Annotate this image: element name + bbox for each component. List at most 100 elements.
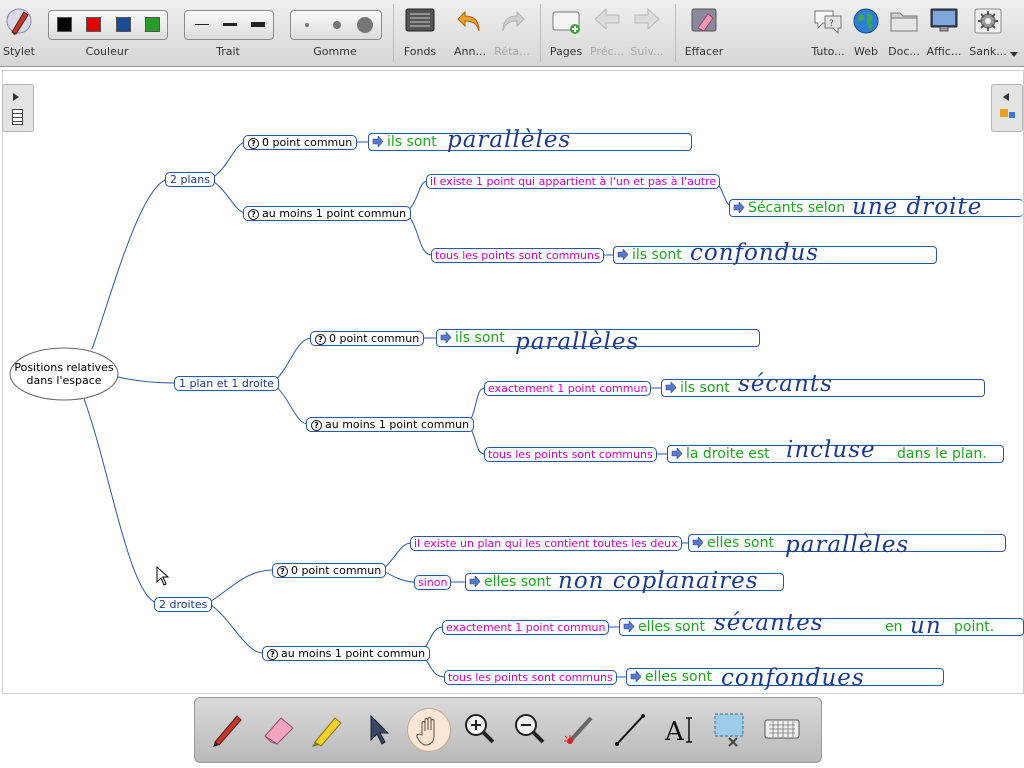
question-node[interactable]: ? 0 point commun xyxy=(272,563,387,578)
branch-plan-droite[interactable]: 1 plan et 1 droite xyxy=(174,376,279,391)
tutorial-label: Tuto... xyxy=(811,45,845,58)
color-green-swatch[interactable] xyxy=(145,17,160,32)
question-node[interactable]: ? au moins 1 point commun xyxy=(243,206,412,221)
answer-box[interactable]: la droite est incluse dans le plan. xyxy=(667,439,1004,463)
web-globe-icon xyxy=(853,8,879,34)
color-group: Couleur xyxy=(46,0,168,66)
background-label: Fonds xyxy=(403,45,437,58)
answer-text: point. xyxy=(954,619,995,635)
keyboard-icon[interactable] xyxy=(761,708,803,750)
color-picker[interactable] xyxy=(48,10,168,40)
stroke-picker[interactable] xyxy=(184,10,274,40)
highlighter-icon[interactable] xyxy=(307,708,349,750)
condition-node[interactable]: exactement 1 point commun xyxy=(484,381,652,396)
laser-pointer-icon[interactable] xyxy=(559,708,601,750)
hand-pan-tool[interactable] xyxy=(407,708,451,752)
mindmap-root[interactable]: Positions relatives dans l'espace xyxy=(14,361,114,387)
branch-2-plans[interactable]: 2 plans xyxy=(165,172,215,187)
answer-box[interactable]: elles sont confondues xyxy=(626,667,944,690)
toolbar-menu-chevron-icon[interactable] xyxy=(1010,52,1018,57)
answer-text: elles sont xyxy=(484,574,551,590)
tool-palette: A xyxy=(194,697,822,763)
next-icon xyxy=(634,7,660,31)
condition-node[interactable]: tous les points sont communs xyxy=(431,248,604,263)
answer-box[interactable]: Sécants selon une droite xyxy=(729,194,1023,220)
answer-box[interactable]: ils sont parallèles xyxy=(436,329,760,354)
handwritten-answer: une droite xyxy=(852,194,983,220)
handwritten-answer: sécantes xyxy=(714,610,824,636)
question-node[interactable]: ? au moins 1 point commun xyxy=(262,646,431,661)
undo-button[interactable]: Ann... xyxy=(450,0,490,66)
question-label: au moins 1 point commun xyxy=(281,647,426,660)
answer-box[interactable]: elles sont sécantes en un point. xyxy=(619,612,1024,638)
settings-button[interactable]: Sank... xyxy=(966,0,1010,66)
color-red-swatch[interactable] xyxy=(86,17,101,32)
answer-box[interactable]: ils sont confondus xyxy=(613,240,937,266)
left-side-panel-tab[interactable] xyxy=(2,84,34,132)
eraser-icon[interactable] xyxy=(257,708,299,750)
right-side-panel-tab[interactable] xyxy=(991,84,1023,132)
zoom-out-icon[interactable] xyxy=(509,708,551,750)
zoom-in-icon[interactable] xyxy=(459,708,501,750)
stylus-icon xyxy=(6,8,32,35)
library-shapes-icon xyxy=(1000,109,1008,117)
stylus-tool[interactable]: Stylet xyxy=(0,0,38,66)
handwritten-answer: parallèles xyxy=(515,329,640,355)
stroke-medium[interactable] xyxy=(223,23,237,26)
stroke-group: Trait xyxy=(182,0,274,66)
question-node[interactable]: ? au moins 1 point commun xyxy=(306,417,475,432)
handwritten-answer: non coplanaires xyxy=(558,568,759,594)
stroke-thin[interactable] xyxy=(195,24,209,25)
tutorial-button[interactable]: ? Tuto... xyxy=(808,0,848,66)
documents-folder-icon xyxy=(890,12,918,32)
eraser-small[interactable] xyxy=(305,23,309,27)
eraser-size-picker[interactable] xyxy=(290,10,382,40)
branch-2-droites[interactable]: 2 droites xyxy=(154,597,213,612)
redo-button[interactable]: Réta... xyxy=(492,0,532,66)
answer-box[interactable]: elles sont non coplanaires xyxy=(465,568,784,594)
eraser-medium[interactable] xyxy=(333,21,341,29)
hand-pan-icon xyxy=(416,717,435,746)
mouse-cursor-icon xyxy=(156,566,170,586)
answer-box[interactable]: ils sont sécants xyxy=(661,373,985,397)
documents-button[interactable]: Doc... xyxy=(884,0,924,66)
answer-box[interactable]: elles sont parallèles xyxy=(688,534,1006,557)
color-black-swatch[interactable] xyxy=(57,17,72,32)
background-button[interactable]: Fonds xyxy=(400,0,440,66)
answer-box[interactable]: ils sont parallèles xyxy=(368,127,692,153)
text-tool-icon[interactable]: A xyxy=(659,708,701,750)
web-button[interactable]: Web xyxy=(848,0,884,66)
condition-node[interactable]: il existe 1 point qui appartient à l'un … xyxy=(426,174,721,189)
condition-node[interactable]: il existe un plan qui les contient toute… xyxy=(410,536,682,551)
question-icon: ? xyxy=(311,420,322,431)
eraser-label: Gomme xyxy=(313,45,357,58)
arrow-right-icon xyxy=(372,136,384,147)
previous-page-button[interactable]: Préc... xyxy=(588,0,626,66)
pages-list-icon xyxy=(12,109,23,125)
handwritten-answer: sécants xyxy=(738,371,833,397)
pages-button[interactable]: Pages xyxy=(546,0,586,66)
pointer-arrow-icon[interactable] xyxy=(357,708,399,750)
clear-button[interactable]: Effacer xyxy=(682,0,726,66)
condition-node[interactable]: tous les points sont communs xyxy=(444,670,617,685)
stroke-thick[interactable] xyxy=(251,22,265,27)
answer-text: ils sont xyxy=(680,380,730,396)
next-page-button[interactable]: Suiv... xyxy=(628,0,666,66)
condition-node[interactable]: exactement 1 point commun xyxy=(442,620,610,635)
expand-arrow-icon xyxy=(13,93,19,101)
web-label: Web xyxy=(854,45,878,58)
display-label: Affic... xyxy=(926,45,962,58)
condition-node[interactable]: tous les points sont communs xyxy=(484,447,657,462)
color-blue-swatch[interactable] xyxy=(116,17,131,32)
answer-text: la droite est xyxy=(686,446,770,462)
display-button[interactable]: Affic... xyxy=(924,0,964,66)
handwritten-answer: confondus xyxy=(690,240,820,266)
eraser-large[interactable] xyxy=(357,17,373,33)
capture-icon[interactable] xyxy=(709,708,751,750)
pen-icon[interactable] xyxy=(207,708,249,750)
condition-node[interactable]: sinon xyxy=(414,575,452,590)
question-node[interactable]: ? 0 point commun xyxy=(243,135,358,150)
handwritten-answer: parallèles xyxy=(447,127,572,153)
question-node[interactable]: ? 0 point commun xyxy=(310,331,425,346)
line-icon[interactable] xyxy=(609,708,651,750)
